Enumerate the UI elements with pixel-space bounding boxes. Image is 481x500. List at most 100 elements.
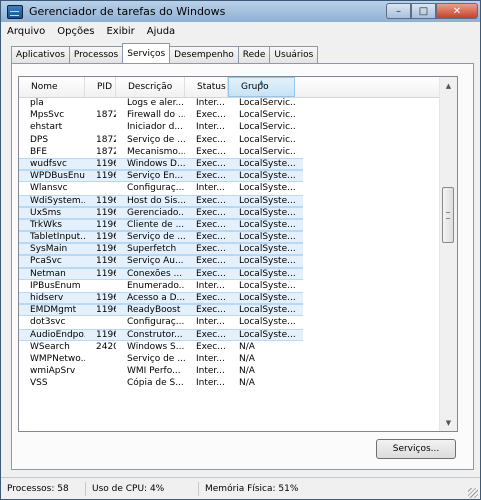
table-row[interactable]: IPBusEnum Enumerado... Inter... LocalSyste.…	[19, 280, 439, 292]
status-memory: Memória Física: 51%	[205, 484, 299, 494]
cell-pid	[85, 182, 116, 194]
table-row[interactable]: BFE 1872 Mecanismo... Exec... LocalServic...	[19, 146, 439, 158]
cell-pid: 1196	[96, 207, 116, 218]
cell-descricao: WMI Perfo...	[127, 366, 181, 377]
cell-status: Exec...	[196, 195, 226, 206]
cell-descricao: Cópia de S...	[127, 378, 184, 389]
table-row[interactable]: Wlansvc Configuraç... Inter... LocalSyste..…	[19, 182, 439, 194]
column-header-pid[interactable]: PID	[85, 77, 116, 97]
cell-nome: DPS	[30, 134, 49, 145]
table-row[interactable]: wmiApSrv WMI Perfo... Inter... N/A	[19, 365, 439, 377]
window-title: Gerenciador de tarefas do Windows	[29, 5, 226, 18]
table-row[interactable]: EMDMgmt 1196 ReadyBoost Exec... LocalSyste..…	[19, 304, 303, 317]
scroll-down-icon[interactable]: ▼	[440, 414, 457, 431]
tab-aplicativos[interactable]: Aplicativos	[11, 46, 70, 63]
cell-grupo: LocalSyste...	[239, 207, 295, 218]
cell-nome: wudfsvc	[30, 158, 67, 169]
cell-status: Exec...	[196, 232, 226, 243]
menu-ajuda[interactable]: Ajuda	[141, 26, 181, 37]
cell-nome: Netman	[30, 268, 66, 279]
cell-pid: 1196	[96, 195, 116, 206]
cell-nome: WMPNetwo...	[30, 353, 85, 364]
cell-descricao: Construtor...	[127, 329, 183, 340]
cell-status: Exec...	[196, 329, 226, 340]
cell-grupo: LocalServic...	[239, 110, 295, 121]
tab-usuarios[interactable]: Usuários	[269, 46, 319, 63]
cell-pid	[85, 365, 116, 377]
tab-rede[interactable]: Rede	[237, 46, 271, 63]
table-row[interactable]: hidserv 1196 Acesso a D... Exec... LocalSyst…	[19, 292, 303, 305]
cell-grupo: LocalSyste...	[239, 158, 295, 169]
menu-opcoes[interactable]: Opções	[51, 26, 100, 37]
tab-servicos[interactable]: Serviços	[122, 43, 171, 63]
table-row[interactable]: WSearch 2420 Windows S... Exec... N/A	[19, 341, 439, 353]
column-header-nome[interactable]: Nome	[19, 77, 85, 97]
cell-pid: 1196	[96, 232, 116, 243]
column-header-filler	[295, 77, 439, 97]
tab-desempenho[interactable]: Desempenho	[169, 46, 239, 63]
cell-grupo: LocalSyste...	[239, 171, 295, 182]
tab-processos[interactable]: Processos	[68, 46, 124, 63]
cell-pid: 1196	[96, 171, 116, 182]
column-header-status[interactable]: Status	[185, 77, 228, 97]
table-row[interactable]: Netman 1196 Conexões ... Exec... LocalSyste.…	[19, 267, 303, 280]
cell-nome: IPBusEnum	[30, 280, 81, 291]
cell-status: Exec...	[196, 134, 226, 145]
cell-descricao: Serviço de ...	[127, 134, 185, 145]
resize-grip-icon[interactable]	[468, 488, 478, 498]
services-list[interactable]: Nome PID Descrição Status ▲ Grupo pla Log…	[18, 76, 458, 432]
table-row[interactable]: TabletInput... 1196 Serviço de ... Exec... L…	[19, 231, 303, 244]
table-row[interactable]: UxSms 1196 Gerenciado... Exec... LocalSyste.…	[19, 206, 303, 219]
table-row[interactable]: WPDBusEnum 1196 Serviço En... Exec... LocalS…	[19, 170, 303, 183]
cell-status: Exec...	[196, 158, 226, 169]
table-row[interactable]: ehstart Iniciador d... Inter... LocalServic…	[19, 121, 439, 133]
table-row[interactable]: TrkWks 1196 Cliente de ... Exec... LocalSyst…	[19, 218, 303, 232]
table-row[interactable]: VSS Cópia de S... Inter... N/A	[19, 377, 439, 389]
cell-nome: TabletInput...	[30, 232, 85, 243]
status-bar: Processos: 58 Uso de CPU: 4% Memória Fís…	[1, 477, 480, 499]
maximize-button[interactable]: □	[411, 3, 436, 19]
table-row[interactable]: dot3svc Configuraç... Inter... LocalSyste..…	[19, 316, 439, 328]
table-row[interactable]: wudfsvc 1196 Windows D... Exec... LocalSyste…	[19, 157, 303, 171]
cell-grupo: LocalSyste...	[239, 219, 295, 230]
vertical-scrollbar[interactable]: ▲ ▼	[439, 77, 457, 431]
cell-descricao: Mecanismo...	[127, 146, 185, 157]
menu-arquivo[interactable]: Arquivo	[1, 26, 51, 37]
cell-nome: pla	[30, 98, 44, 108]
minimize-button[interactable]: –	[386, 3, 411, 19]
cell-status: Exec...	[196, 171, 226, 182]
services-button[interactable]: Serviços...	[376, 439, 456, 459]
cell-nome: UxSms	[30, 207, 62, 218]
window-controls: – □ ✕	[386, 3, 478, 19]
table-row[interactable]: pla Logs e aler... Inter... LocalServic...	[19, 97, 439, 109]
menu-exibir[interactable]: Exibir	[100, 26, 140, 37]
cell-descricao: Conexões ...	[127, 268, 183, 279]
table-row[interactable]: MpsSvc 1872 Firewall do ... Exec... LocalSer…	[19, 109, 439, 121]
table-row[interactable]: PcaSvc 1196 Serviço Au... Exec... LocalSyste…	[19, 255, 303, 268]
table-row[interactable]: AudioEndpo... 1196 Construtor... Exec... Loc…	[19, 328, 303, 341]
status-processes: Processos: 58	[1, 482, 86, 496]
task-manager-window: Gerenciador de tarefas do Windows – □ ✕ …	[0, 0, 481, 500]
cell-descricao: Configuraç...	[127, 317, 185, 328]
table-row[interactable]: WMPNetwo... Serviço de ... Inter... N/A	[19, 353, 439, 365]
table-row[interactable]: SysMain 1196 Superfetch Exec... LocalSyste..…	[19, 243, 303, 256]
table-row[interactable]: WdiSystem... 1196 Host do Sis... Exec... Loc…	[19, 194, 303, 207]
cell-nome: MpsSvc	[30, 110, 65, 121]
scroll-up-icon[interactable]: ▲	[440, 77, 457, 94]
scroll-thumb[interactable]	[442, 187, 454, 243]
cell-grupo: LocalSyste...	[239, 280, 295, 291]
cell-status: Inter...	[196, 183, 225, 194]
cell-grupo: LocalSyste...	[239, 329, 295, 340]
column-header-descricao[interactable]: Descrição	[116, 77, 185, 97]
cell-descricao: Serviço de ...	[127, 232, 185, 243]
table-row[interactable]: DPS 1872 Serviço de ... Exec... LocalServic.…	[19, 134, 439, 146]
cell-nome: wmiApSrv	[30, 366, 76, 377]
column-header-grupo[interactable]: ▲ Grupo	[228, 77, 295, 97]
cell-grupo: LocalSyste...	[239, 183, 295, 194]
close-button[interactable]: ✕	[436, 3, 478, 19]
title-bar[interactable]: Gerenciador de tarefas do Windows – □ ✕	[1, 1, 480, 22]
cell-descricao: Serviço de ...	[127, 353, 185, 364]
cell-pid: 1196	[96, 293, 116, 303]
cell-pid	[85, 121, 116, 133]
cell-nome: BFE	[30, 146, 48, 157]
